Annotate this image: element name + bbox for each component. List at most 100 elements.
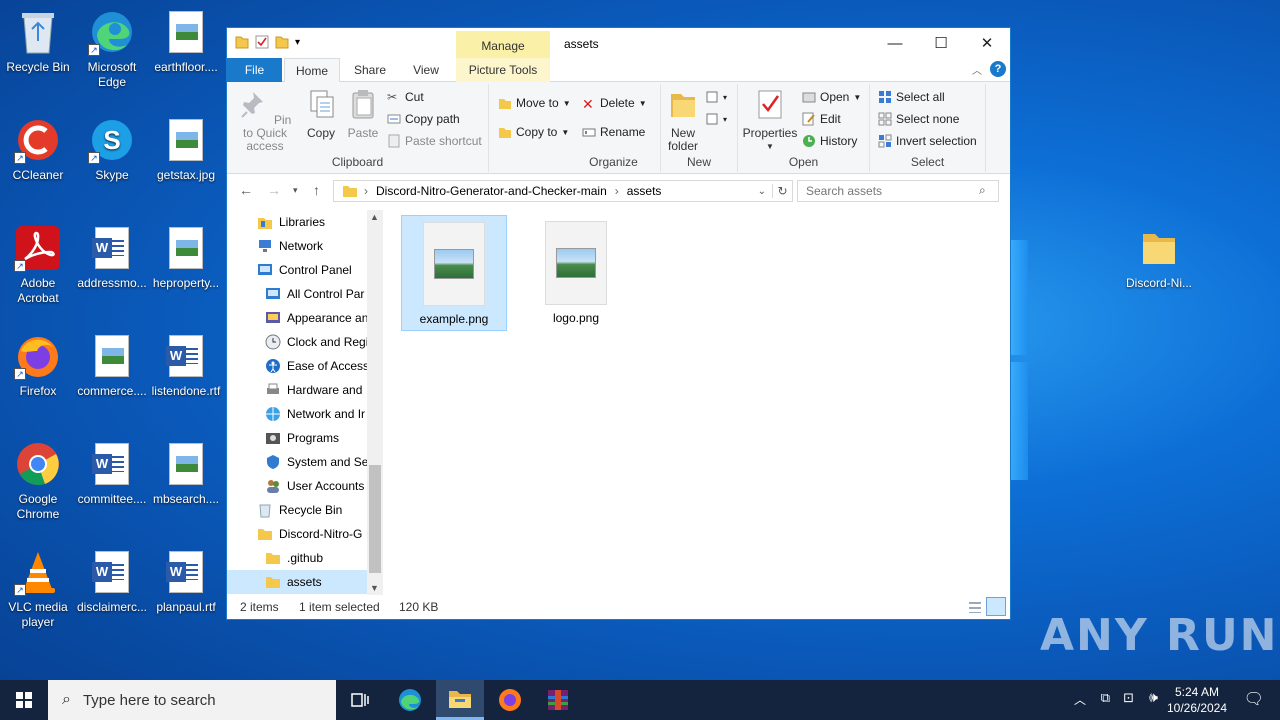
easy-access-button[interactable]: ▾ [705,112,727,126]
nav-item-all-control-panel[interactable]: All Control Par [227,282,367,306]
collapse-ribbon-icon[interactable]: ︿ [972,62,982,77]
breadcrumb-item[interactable]: assets [627,184,662,198]
help-icon[interactable]: ? [990,61,1006,77]
desktop-icon-word-doc[interactable]: W listendone.rtf [148,332,224,399]
nav-item-ease-of-access[interactable]: Ease of Access [227,354,367,378]
new-folder-icon[interactable] [275,35,289,49]
device-icon[interactable]: ⧉ [1101,690,1110,706]
desktop-icon-firefox[interactable]: ↗ Firefox [0,332,76,399]
scroll-up-icon[interactable]: ▲ [370,212,379,222]
nav-item-clock-region[interactable]: Clock and Regi [227,330,367,354]
copy-path-button[interactable]: Copy path [387,112,460,126]
forward-arrow-icon[interactable]: → [267,182,281,198]
invert-selection-button[interactable]: Invert selection [878,134,977,148]
up-arrow-icon[interactable]: ↑ [313,182,320,198]
large-icons-view-icon[interactable] [986,597,1006,616]
refresh-icon[interactable]: ↻ [772,184,792,198]
nav-item-assets-folder[interactable]: assets [227,570,367,594]
properties-icon[interactable] [255,35,269,49]
nav-item-programs[interactable]: Programs [227,426,367,450]
select-none-button[interactable]: Select none [878,112,959,126]
nav-item-control-panel[interactable]: Control Panel [227,258,367,282]
rename-button[interactable]: Rename [582,125,645,139]
clock[interactable]: 5:24 AM 10/26/2024 [1162,684,1232,716]
desktop-icon-image-file[interactable]: commerce.... [74,332,150,399]
desktop-icon-word-doc[interactable]: W planpaul.rtf [148,548,224,615]
nav-item-recycle-bin[interactable]: Recycle Bin [227,498,367,522]
move-to-button[interactable]: Move to ▼ [498,96,571,110]
nav-item-libraries[interactable]: Libraries [227,210,367,234]
select-all-button[interactable]: Select all [878,90,945,104]
desktop-icon-skype[interactable]: S ↗ Skype [74,116,150,183]
taskbar-firefox[interactable] [486,680,534,720]
desktop-icon-recycle-bin[interactable]: Recycle Bin [0,8,76,75]
pin-quick-access-button[interactable]: Pin to Quick access [233,88,297,153]
tab-view[interactable]: View [403,58,449,82]
tab-manage[interactable]: Manage [456,31,550,58]
desktop-icon-adobe-acrobat[interactable]: ↗ Adobe Acrobat [0,224,76,306]
new-item-button[interactable]: ▾ [705,90,727,104]
breadcrumb-item[interactable]: Discord-Nitro-Generator-and-Checker-main [376,184,607,198]
minimize-button[interactable]: — [872,28,918,58]
desktop-icon-image-file[interactable]: getstax.jpg [148,116,224,183]
desktop-icon-image-file[interactable]: earthfloor.... [148,8,224,75]
qat-dropdown-icon[interactable]: ▾ [295,37,300,48]
edit-button[interactable]: Edit [802,112,841,126]
address-dropdown-icon[interactable]: ⌄ [758,186,766,197]
desktop-icon-image-file[interactable]: mbsearch.... [148,440,224,507]
tab-home[interactable]: Home [284,58,340,83]
copy-to-button[interactable]: Copy to ▼ [498,125,569,139]
recent-locations-icon[interactable]: ▾ [293,185,298,196]
close-button[interactable]: ✕ [964,28,1010,58]
desktop-icon-discord-folder[interactable]: Discord-Ni... [1121,224,1197,291]
scrollbar-thumb[interactable] [369,465,381,573]
nav-item-discord-folder[interactable]: Discord-Nitro-G [227,522,367,546]
address-bar[interactable]: › Discord-Nitro-Generator-and-Checker-ma… [333,180,793,202]
desktop-icon-image-file[interactable]: hepropertу... [148,224,224,291]
start-button[interactable] [0,680,48,720]
nav-item-system-security[interactable]: System and Sec [227,450,367,474]
volume-icon[interactable]: 🕪 [1149,689,1158,706]
desktop-icon-edge[interactable]: ↗ Microsoft Edge [74,8,150,90]
desktop-icon-word-doc[interactable]: W committee.... [74,440,150,507]
desktop-icon-vlc[interactable]: ↗ VLC media player [0,548,76,630]
search-input[interactable]: Search assets [797,180,999,202]
desktop-icon-ccleaner[interactable]: ↗ CCleaner [0,116,76,183]
maximize-button[interactable]: ☐ [918,28,964,58]
network-status-icon[interactable]: ⊡ [1123,690,1134,706]
tab-share[interactable]: Share [347,58,393,82]
history-button[interactable]: History [802,134,857,148]
nav-item-github-folder[interactable]: .github [227,546,367,570]
paste-shortcut-button[interactable]: Paste shortcut [387,134,482,148]
nav-item-user-accounts[interactable]: User Accounts [227,474,367,498]
taskbar-search-input[interactable]: ⌕ Type here to search [48,680,336,720]
nav-item-network-internet[interactable]: Network and Ir [227,402,367,426]
taskbar-edge[interactable] [386,680,434,720]
desktop-icon-google-chrome[interactable]: Google Chrome [0,440,76,522]
tab-file[interactable]: File [227,58,282,82]
show-hidden-icons-icon[interactable]: ︿ [1074,691,1086,708]
file-item-example-png[interactable]: example.png [401,215,507,331]
nav-item-appearance[interactable]: Appearance an [227,306,367,330]
notifications-icon[interactable]: 🗨 [1244,689,1264,709]
desktop-icon-word-doc[interactable]: W addressmo... [74,224,150,291]
desktop-icon-word-doc[interactable]: W disclaimerc... [74,548,150,615]
folder-icon[interactable] [235,35,249,49]
file-item-logo-png[interactable]: logo.png [523,215,629,331]
new-folder-button[interactable]: New folder [663,88,703,153]
details-view-icon[interactable] [964,597,984,616]
copy-button[interactable]: Copy [301,88,341,140]
delete-button[interactable]: ✕ Delete ▼ [582,96,647,112]
nav-item-hardware[interactable]: Hardware and [227,378,367,402]
taskbar-file-explorer[interactable] [436,680,484,720]
tab-picture-tools[interactable]: Picture Tools [456,58,550,82]
properties-button[interactable]: Properties ▼ [742,88,798,153]
cut-button[interactable]: ✂ Cut [387,90,424,104]
nav-scrollbar[interactable]: ▲ ▼ [367,210,383,595]
back-arrow-icon[interactable]: ← [239,182,253,198]
task-view-button[interactable] [336,680,384,720]
taskbar-winrar[interactable] [534,680,582,720]
nav-item-network[interactable]: Network [227,234,367,258]
paste-button[interactable]: Paste [343,88,383,140]
open-button[interactable]: Open ▼ [802,90,861,104]
